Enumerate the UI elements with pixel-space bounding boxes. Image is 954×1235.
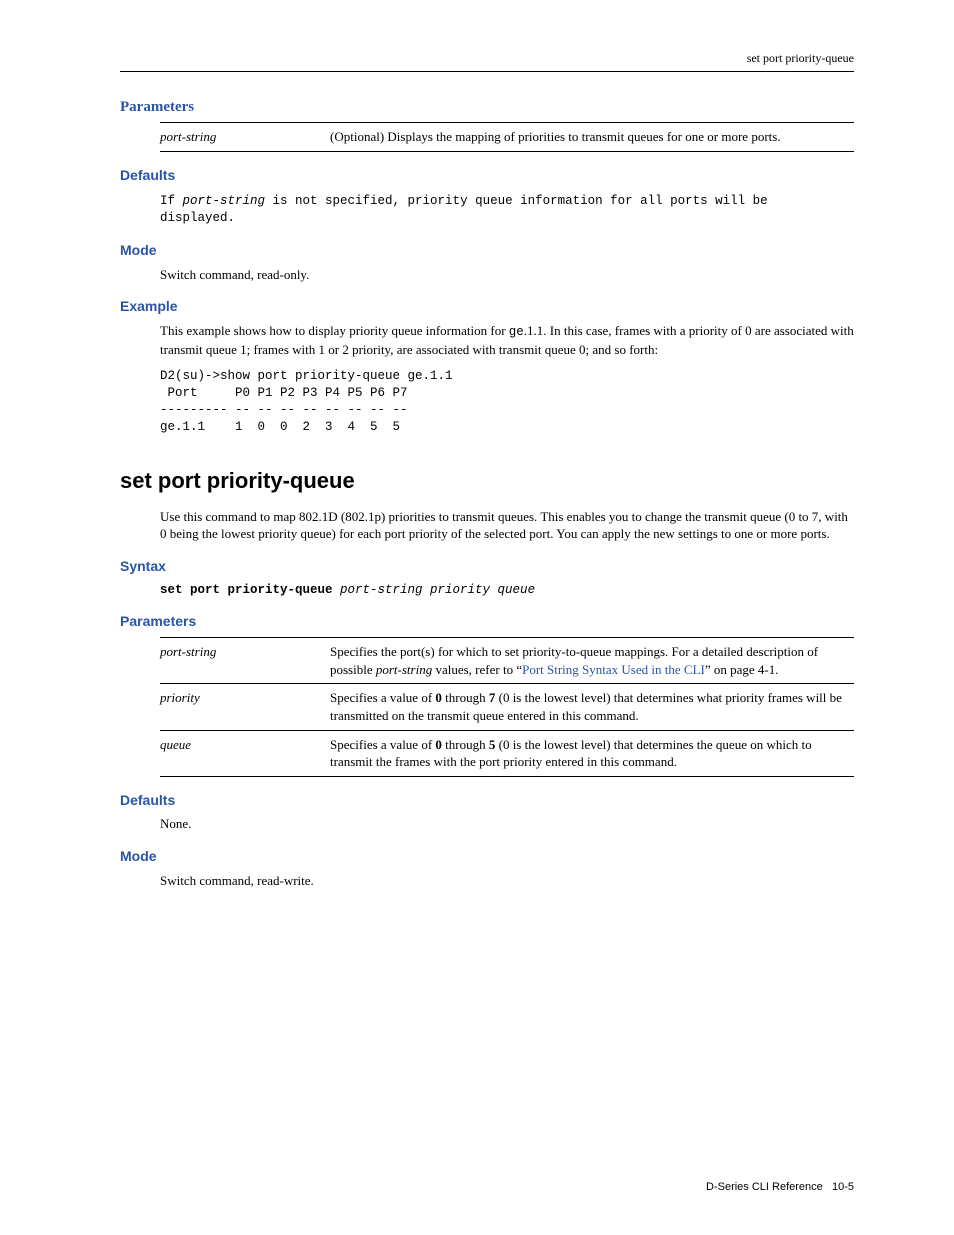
command-intro: Use this command to map 802.1D (802.1p) … [160,508,854,543]
heading-mode-2: Mode [120,847,854,866]
mode-text-1: Switch command, read-only. [160,266,854,284]
heading-mode-1: Mode [120,241,854,260]
param-name: queue [160,736,330,771]
param-desc: (Optional) Displays the mapping of prior… [330,128,854,146]
param-desc: Specifies a value of 0 through 7 (0 is t… [330,689,854,724]
table-row: port-string Specifies the port(s) for wh… [160,638,854,683]
heading-parameters-1: Parameters [120,97,854,117]
heading-defaults-2: Defaults [120,791,854,810]
param-desc: Specifies a value of 0 through 5 (0 is t… [330,736,854,771]
parameters-table-2: port-string Specifies the port(s) for wh… [160,637,854,776]
table-row: priority Specifies a value of 0 through … [160,683,854,729]
page-number: 10-5 [832,1181,854,1193]
param-name: port-string [160,128,330,146]
param-name: port-string [160,643,330,678]
example-intro: This example shows how to display priori… [160,322,854,358]
cli-output: D2(su)->show port priority-queue ge.1.1 … [160,368,854,436]
running-header: set port priority-queue [120,50,854,72]
defaults-text: If port-string is not specified, priorit… [160,193,854,227]
heading-example: Example [120,297,854,316]
command-title: set port priority-queue [120,466,854,496]
param-desc: Specifies the port(s) for which to set p… [330,643,854,678]
heading-syntax: Syntax [120,557,854,576]
port-string-syntax-link[interactable]: Port String Syntax Used in the CLI [522,662,705,677]
heading-parameters-2: Parameters [120,612,854,631]
page-footer: D-Series CLI Reference 10-5 [706,1180,854,1195]
defaults-text-2: None. [160,815,854,833]
doc-title: D-Series CLI Reference [706,1181,823,1193]
parameters-table-1: port-string (Optional) Displays the mapp… [160,122,854,152]
syntax-line: set port priority-queue port-string prio… [160,582,854,599]
heading-defaults-1: Defaults [120,166,854,185]
page: set port priority-queue Parameters port-… [0,0,954,1235]
param-name: priority [160,689,330,724]
mode-text-2: Switch command, read-write. [160,872,854,890]
table-row: queue Specifies a value of 0 through 5 (… [160,730,854,776]
table-row: port-string (Optional) Displays the mapp… [160,123,854,151]
